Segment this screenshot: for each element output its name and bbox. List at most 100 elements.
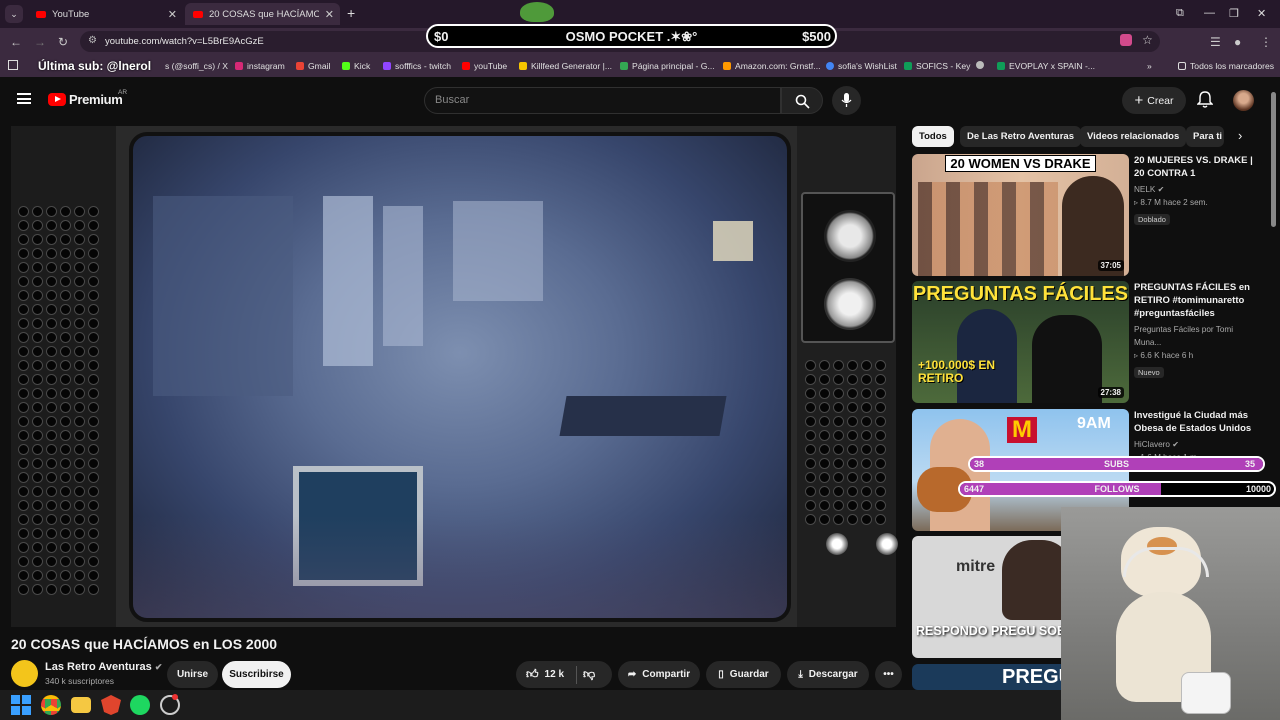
restore-icon[interactable]: ❐ — [1229, 7, 1239, 20]
account-avatar[interactable] — [1233, 90, 1254, 111]
chip-for-you[interactable]: Para ti — [1186, 126, 1224, 147]
views-icon: ▹ — [1134, 198, 1139, 207]
speaker-hole — [60, 472, 71, 483]
speaker-hole — [46, 486, 57, 497]
bookmark-globe[interactable] — [976, 61, 988, 69]
bookmark-gmail[interactable]: Gmail — [296, 61, 330, 71]
speaker-hole — [18, 206, 29, 217]
speaker-hole — [861, 430, 872, 441]
tab-current-video[interactable]: 20 COSAS que HACÍAMOS en L ✕ — [185, 3, 340, 25]
speaker-hole — [88, 332, 99, 343]
bookmark-youtube[interactable]: youTube — [462, 61, 507, 71]
download-button[interactable]: ⤓ Descargar — [787, 661, 869, 688]
speaker-hole — [46, 416, 57, 427]
chips-next-icon[interactable]: › — [1238, 128, 1242, 143]
bookmark-drive[interactable]: Página principal - G... — [620, 61, 715, 71]
speaker-hole — [819, 416, 830, 427]
minimize-icon[interactable]: — — [1204, 7, 1215, 19]
speaker-hole — [60, 360, 71, 371]
recommendation-thumbnail[interactable]: 20 WOMEN VS DRAKE 37:05 — [912, 154, 1129, 276]
file-explorer-icon[interactable] — [71, 697, 91, 713]
back-icon[interactable]: ← — [10, 35, 22, 49]
brave-icon[interactable] — [101, 695, 121, 715]
recommendation-item[interactable]: PREGUNTAS FÁCILES +100.000$ EN RETIRO 27… — [912, 281, 1257, 403]
speaker-hole — [74, 290, 85, 301]
bookmarks-overflow[interactable]: » — [1147, 61, 1152, 71]
thumbnail-caption-secondary: +100.000$ EN RETIRO — [918, 358, 996, 385]
subscribe-button[interactable]: Suscribirse — [222, 661, 291, 688]
chip-all[interactable]: Todos — [912, 126, 954, 147]
new-tab-button[interactable]: + — [347, 5, 355, 21]
video-duration: 37:05 — [1097, 260, 1124, 271]
reload-icon[interactable]: ↻ — [58, 35, 68, 49]
tab-search-icon[interactable]: ⌄ — [5, 5, 23, 23]
like-button[interactable]: 👍︎ 12 k — [526, 667, 564, 682]
speaker-hole — [88, 430, 99, 441]
chrome-taskbar-icon[interactable] — [41, 695, 61, 715]
notifications-bell-icon[interactable] — [1197, 91, 1213, 109]
youtube-logo-icon[interactable] — [48, 93, 66, 106]
tv-knob-panel — [801, 192, 895, 343]
create-button[interactable]: + Crear — [1122, 87, 1186, 114]
spotify-icon[interactable] — [130, 695, 150, 715]
channel-name[interactable]: Las Retro Aventuras ✔ — [45, 661, 162, 673]
recommendation-title[interactable]: 20 MUJERES VS. DRAKE | 20 CONTRA 1 — [1134, 154, 1259, 180]
close-window-icon[interactable]: ✕ — [1257, 7, 1266, 20]
join-button[interactable]: Unirse — [167, 661, 218, 688]
speaker-hole — [805, 486, 816, 497]
search-button[interactable] — [781, 87, 823, 114]
extensions-icon[interactable]: ⧉ — [1176, 7, 1184, 20]
speaker-hole — [32, 276, 43, 287]
bookmark-killfeed[interactable]: Killfeed Generator |... — [519, 61, 612, 71]
bookmark-wishlist[interactable]: sofia's WishList — [826, 61, 897, 71]
recommendation-title[interactable]: Investigué la Ciudad más Obesa de Estado… — [1134, 409, 1259, 435]
bookmark-x[interactable]: s (@soffi_cs) / X — [165, 61, 228, 71]
speaker-hole — [847, 514, 858, 525]
recommendation-channel[interactable]: HiClavero — [1134, 440, 1170, 449]
hamburger-menu-icon[interactable] — [17, 93, 31, 104]
speaker-hole — [32, 556, 43, 567]
close-tab-icon[interactable]: ✕ — [325, 8, 334, 21]
menu-dots-icon[interactable]: ⋮ — [1260, 35, 1272, 49]
chip-from-channel[interactable]: De Las Retro Aventuras — [960, 126, 1081, 147]
page-scrollbar[interactable] — [1271, 92, 1276, 227]
forward-icon[interactable]: → — [34, 35, 46, 49]
bookmark-instagram[interactable]: instagram — [235, 61, 285, 71]
speaker-hole — [32, 360, 43, 371]
reading-list-icon[interactable]: ☰ — [1210, 35, 1221, 49]
channel-avatar[interactable] — [11, 660, 38, 687]
apps-icon[interactable] — [8, 60, 18, 70]
save-button[interactable]: ▯ Guardar — [706, 661, 781, 688]
bookmark-amazon[interactable]: Amazon.com: Grnstf... — [723, 61, 820, 71]
recommendation-thumbnail[interactable]: PREGUNTAS FÁCILES +100.000$ EN RETIRO 27… — [912, 281, 1129, 403]
bookmark-kick[interactable]: Kick — [342, 61, 370, 71]
video-frame[interactable] — [129, 132, 791, 622]
premium-logo-text[interactable]: Premium — [69, 92, 123, 107]
close-tab-icon[interactable]: ✕ — [168, 8, 177, 21]
windows-start-icon[interactable] — [11, 695, 31, 715]
recommendation-channel[interactable]: NELK — [1134, 185, 1155, 194]
recommendation-title[interactable]: PREGUNTAS FÁCILES en RETIRO #tomimunaret… — [1134, 281, 1259, 320]
profile-icon[interactable]: ● — [1234, 35, 1241, 49]
all-bookmarks[interactable]: Todos los marcadores — [1178, 61, 1274, 71]
cast-icon[interactable] — [1120, 34, 1132, 46]
more-actions-button[interactable]: ••• — [875, 661, 902, 688]
search-input[interactable]: Buscar — [424, 87, 781, 114]
bookmark-star-icon[interactable]: ☆ — [1142, 33, 1153, 47]
speaker-hole — [18, 388, 29, 399]
chip-related[interactable]: Videos relacionados — [1080, 126, 1187, 147]
bookmark-twitch[interactable]: sofffics - twitch — [383, 61, 451, 71]
recommendation-channel[interactable]: Preguntas Fáciles por Tomi Muna... — [1134, 325, 1233, 347]
video-player[interactable] — [11, 126, 898, 627]
speaker-hole — [861, 514, 872, 525]
video-scene-light — [713, 221, 753, 261]
speaker-hole — [18, 542, 29, 553]
site-info-icon[interactable]: ⚙ — [88, 35, 97, 46]
dislike-button-icon[interactable]: 👎︎ — [583, 667, 595, 682]
recommendation-item[interactable]: 20 WOMEN VS DRAKE 37:05 20 MUJERES VS. D… — [912, 154, 1257, 276]
share-button[interactable]: ➦ Compartir — [618, 661, 700, 688]
bookmark-evoplay[interactable]: EVOPLAY x SPAIN -... — [997, 61, 1095, 71]
bookmark-sofics-key[interactable]: SOFICS - Key — [904, 61, 970, 71]
tab-youtube[interactable]: YouTube ✕ — [28, 3, 183, 25]
voice-search-button[interactable] — [832, 86, 861, 115]
